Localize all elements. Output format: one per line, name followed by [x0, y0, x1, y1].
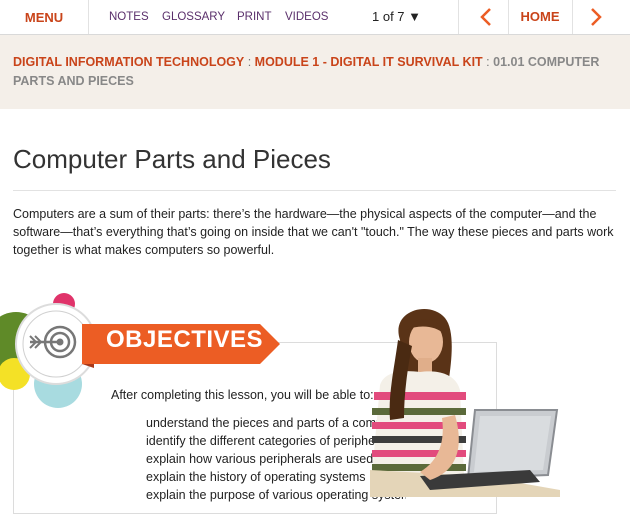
intro-paragraph: Computers are a sum of their parts: ther…	[13, 207, 614, 257]
student-with-laptop-image	[370, 309, 560, 497]
page-title: Computer Parts and Pieces	[13, 144, 331, 174]
breadcrumb-module[interactable]: MODULE 1 - DIGITAL IT SURVIVAL KIT	[255, 55, 483, 69]
top-nav-bar: MENU NOTES GLOSSARY PRINT VIDEOS 1 of 7 …	[0, 0, 630, 35]
print-link[interactable]: PRINT	[237, 0, 272, 34]
nav-divider	[572, 0, 573, 34]
chevron-left-icon[interactable]	[472, 0, 500, 34]
page-selector[interactable]: 1 of 7 ▼	[372, 0, 421, 34]
nav-divider	[458, 0, 459, 34]
chevron-right-icon[interactable]	[582, 0, 610, 34]
breadcrumb-separator: :	[482, 55, 494, 69]
glossary-link[interactable]: GLOSSARY	[162, 0, 225, 34]
objectives-banner-label: OBJECTIVES	[106, 326, 264, 353]
nav-divider	[508, 0, 509, 34]
breadcrumb-separator: :	[244, 55, 255, 69]
breadcrumb: DIGITAL INFORMATION TECHNOLOGY : MODULE …	[13, 53, 613, 91]
menu-button[interactable]: MENU	[0, 0, 89, 34]
home-button[interactable]: HOME	[510, 0, 570, 34]
breadcrumb-course[interactable]: DIGITAL INFORMATION TECHNOLOGY	[13, 55, 244, 69]
videos-link[interactable]: VIDEOS	[285, 0, 328, 34]
objectives-lead: After completing this lesson, you will b…	[111, 388, 374, 402]
title-divider	[13, 190, 616, 191]
notes-link[interactable]: NOTES	[109, 0, 149, 34]
